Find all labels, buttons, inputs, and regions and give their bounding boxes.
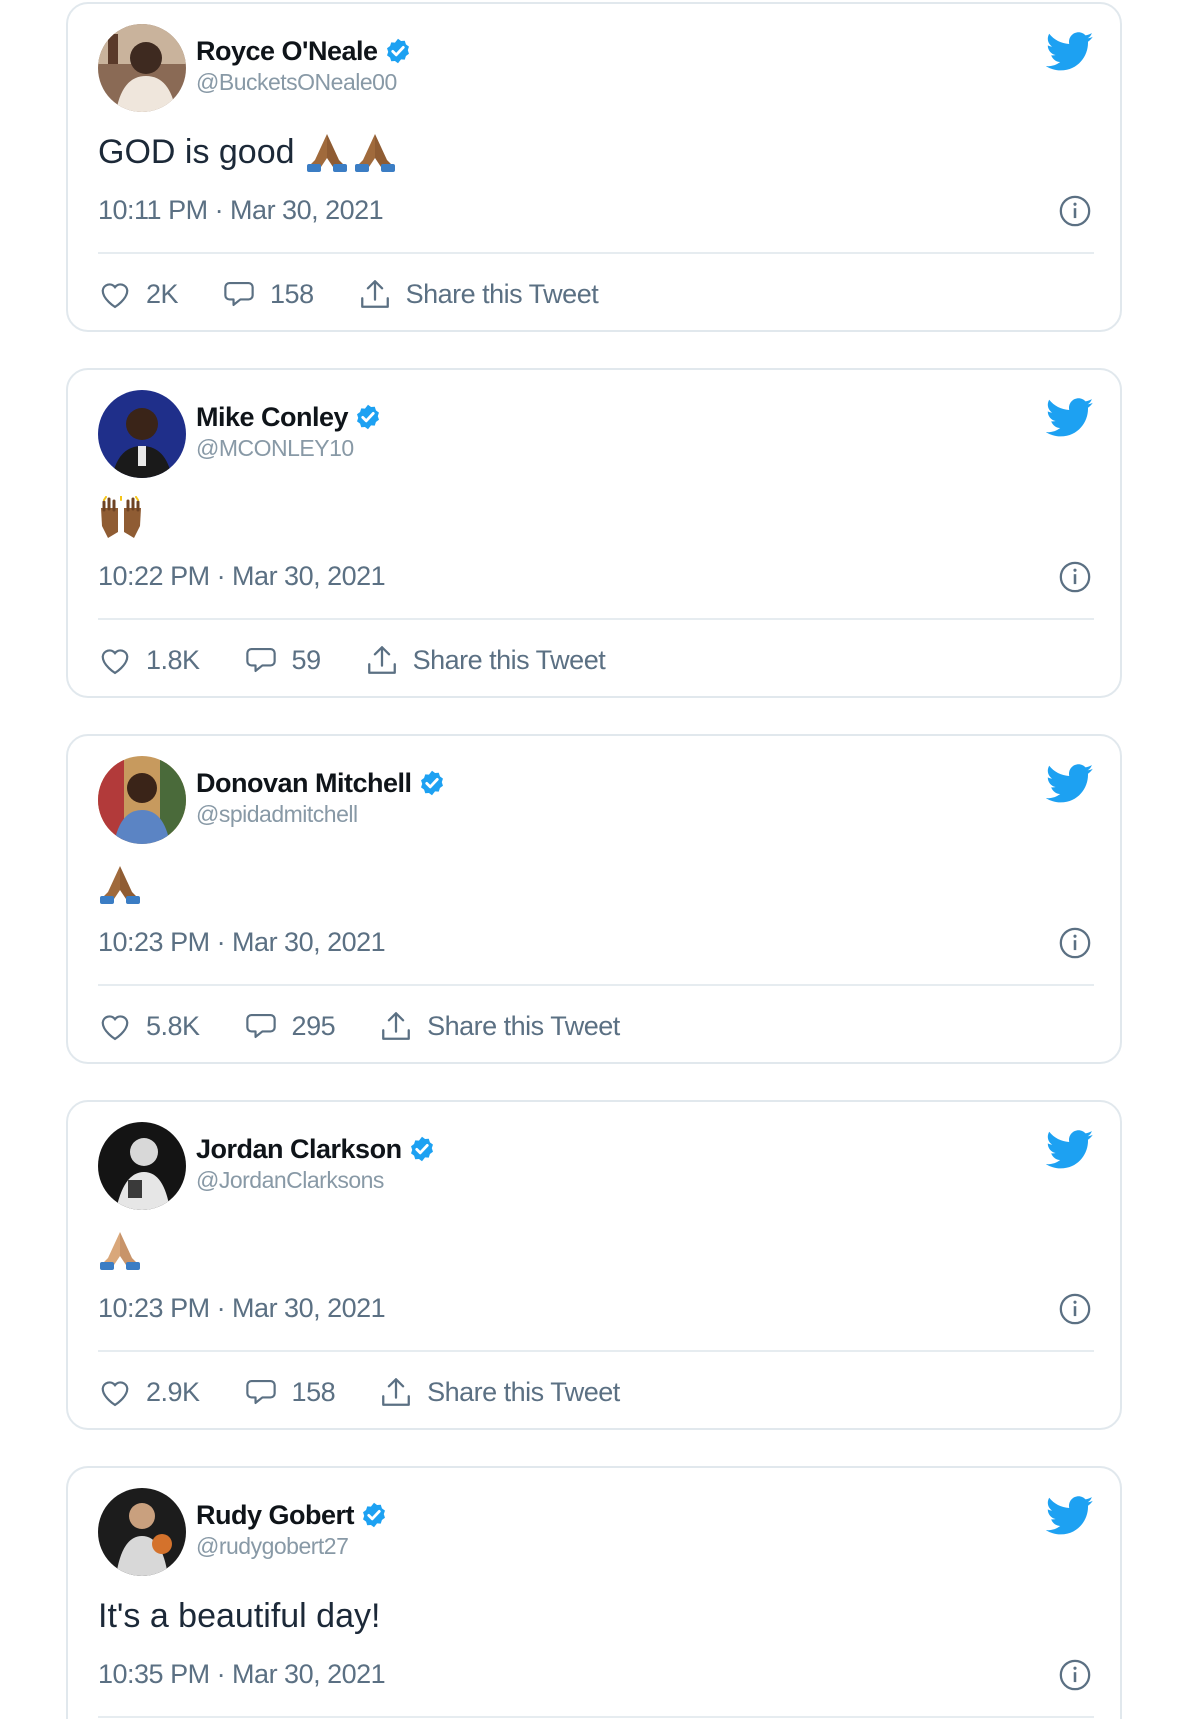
heart-icon bbox=[101, 649, 129, 675]
avatar[interactable] bbox=[98, 390, 186, 478]
avatar[interactable] bbox=[98, 24, 186, 112]
divider bbox=[98, 1350, 1094, 1352]
tweet-timestamp[interactable]: 10:35 PM · Mar 30, 2021 bbox=[98, 1659, 386, 1690]
share-label: Share this Tweet bbox=[405, 278, 599, 309]
tweet-text-content: GOD is good bbox=[98, 132, 295, 171]
twitter-bird-icon[interactable] bbox=[1046, 1130, 1094, 1170]
verified-badge-icon bbox=[386, 38, 409, 64]
info-icon[interactable] bbox=[1058, 560, 1092, 594]
tweet-actions: 2.9K 158 Share this Tweet bbox=[98, 1372, 664, 1412]
tweet-card[interactable]: Jordan Clarkson @JordanClarksons 10:23 P… bbox=[66, 1100, 1122, 1430]
tweet-actions: 5.8K 295 Share this Tweet bbox=[98, 1006, 664, 1046]
verified-badge-icon bbox=[363, 1502, 385, 1528]
share-icon bbox=[367, 646, 396, 674]
like-count: 2.9K bbox=[146, 1376, 200, 1407]
tweet-actions: 2K 158 Share this Tweet bbox=[98, 274, 642, 314]
tweet-timestamp[interactable]: 10:23 PM · Mar 30, 2021 bbox=[98, 927, 386, 958]
verified-badge-icon bbox=[420, 770, 443, 796]
author-name[interactable]: Royce O'Neale bbox=[196, 36, 378, 67]
tweet-feed: Royce O'Neale @BucketsONeale00 GOD is go… bbox=[0, 0, 1200, 1719]
share-icon bbox=[382, 1378, 410, 1406]
divider bbox=[98, 618, 1094, 620]
share-button[interactable]: Share this Tweet bbox=[379, 1010, 620, 1042]
like-count: 1.8K bbox=[146, 644, 200, 675]
reply-button[interactable]: 158 bbox=[244, 1377, 336, 1408]
info-icon[interactable] bbox=[1058, 926, 1092, 960]
share-label: Share this Tweet bbox=[427, 1376, 620, 1407]
tweet-card[interactable]: Royce O'Neale @BucketsONeale00 GOD is go… bbox=[66, 2, 1122, 332]
info-icon[interactable] bbox=[1058, 194, 1092, 228]
tweet-text: GOD is good bbox=[98, 130, 397, 174]
tweet-timestamp[interactable]: 10:11 PM · Mar 30, 2021 bbox=[98, 195, 384, 226]
tweet-text bbox=[98, 1228, 142, 1272]
tweet-card[interactable]: Mike Conley @MCONLEY10 10:22 PM · Mar 30… bbox=[66, 368, 1122, 698]
author-name[interactable]: Jordan Clarkson bbox=[196, 1134, 402, 1165]
divider bbox=[98, 984, 1094, 986]
twitter-bird-icon[interactable] bbox=[1046, 398, 1094, 438]
share-label: Share this Tweet bbox=[427, 1010, 620, 1041]
share-button[interactable]: Share this Tweet bbox=[365, 644, 606, 676]
reply-icon bbox=[245, 648, 276, 672]
avatar[interactable] bbox=[98, 756, 186, 844]
tweet-text bbox=[98, 496, 144, 540]
share-icon bbox=[360, 280, 389, 308]
heart-icon bbox=[101, 1381, 129, 1407]
author-name[interactable]: Donovan Mitchell bbox=[196, 768, 412, 799]
share-icon bbox=[382, 1012, 410, 1040]
tweet-text: It's a beautiful day! bbox=[98, 1594, 380, 1638]
verified-badge-icon bbox=[410, 1136, 433, 1162]
like-button[interactable]: 2.9K bbox=[98, 1377, 200, 1408]
like-button[interactable]: 5.8K bbox=[98, 1011, 200, 1042]
author-name[interactable]: Mike Conley bbox=[196, 402, 349, 433]
author-handle[interactable]: @JordanClarksons bbox=[196, 1167, 436, 1194]
divider bbox=[98, 252, 1094, 254]
info-icon[interactable] bbox=[1058, 1292, 1092, 1326]
twitter-bird-icon[interactable] bbox=[1046, 764, 1094, 804]
folded-hands-icon bbox=[100, 866, 140, 904]
author-handle[interactable]: @BucketsONeale00 bbox=[196, 69, 412, 96]
tweet-timestamp[interactable]: 10:22 PM · Mar 30, 2021 bbox=[98, 561, 386, 592]
author-name[interactable]: Rudy Gobert bbox=[196, 1500, 355, 1531]
heart-icon bbox=[101, 283, 129, 309]
reply-icon bbox=[224, 282, 254, 306]
raising-hands-icon bbox=[101, 496, 141, 538]
reply-count: 158 bbox=[270, 278, 314, 309]
author-handle[interactable]: @MCONLEY10 bbox=[196, 435, 382, 462]
info-icon[interactable] bbox=[1058, 1658, 1092, 1692]
author-handle[interactable]: @spidadmitchell bbox=[196, 801, 446, 828]
folded-hands-icon bbox=[306, 134, 347, 172]
like-count: 5.8K bbox=[146, 1010, 200, 1041]
share-button[interactable]: Share this Tweet bbox=[379, 1376, 620, 1408]
reply-icon bbox=[245, 1014, 276, 1038]
reply-count: 295 bbox=[291, 1010, 336, 1041]
tweet-text-content: It's a beautiful day! bbox=[98, 1596, 381, 1635]
reply-icon bbox=[245, 1380, 276, 1404]
author-handle[interactable]: @rudygobert27 bbox=[196, 1533, 388, 1560]
heart-icon bbox=[101, 1015, 129, 1041]
folded-hands-icon bbox=[100, 1232, 140, 1270]
tweet-timestamp[interactable]: 10:23 PM · Mar 30, 2021 bbox=[98, 1293, 386, 1324]
share-label: Share this Tweet bbox=[412, 644, 606, 675]
folded-hands-icon bbox=[354, 134, 395, 172]
like-count: 2K bbox=[146, 278, 179, 309]
twitter-bird-icon[interactable] bbox=[1046, 32, 1094, 72]
reply-button[interactable]: 59 bbox=[244, 645, 321, 676]
tweet-text bbox=[98, 862, 142, 906]
reply-button[interactable]: 158 bbox=[222, 279, 314, 310]
tweet-card[interactable]: Rudy Gobert @rudygobert27 It's a beautif… bbox=[66, 1466, 1122, 1719]
twitter-bird-icon[interactable] bbox=[1046, 1496, 1094, 1536]
reply-count: 59 bbox=[291, 644, 322, 675]
verified-badge-icon bbox=[357, 404, 380, 430]
like-button[interactable]: 2K bbox=[98, 278, 179, 310]
share-button[interactable]: Share this Tweet bbox=[358, 278, 599, 310]
reply-count: 158 bbox=[291, 1376, 336, 1407]
tweet-card[interactable]: Donovan Mitchell @spidadmitchell 10:23 P… bbox=[66, 734, 1122, 1064]
avatar[interactable] bbox=[98, 1122, 186, 1210]
avatar[interactable] bbox=[98, 1488, 186, 1576]
tweet-actions: 1.8K 59 Share this Tweet bbox=[98, 640, 649, 680]
reply-button[interactable]: 295 bbox=[244, 1011, 336, 1042]
divider bbox=[98, 1716, 1094, 1718]
like-button[interactable]: 1.8K bbox=[98, 645, 200, 676]
